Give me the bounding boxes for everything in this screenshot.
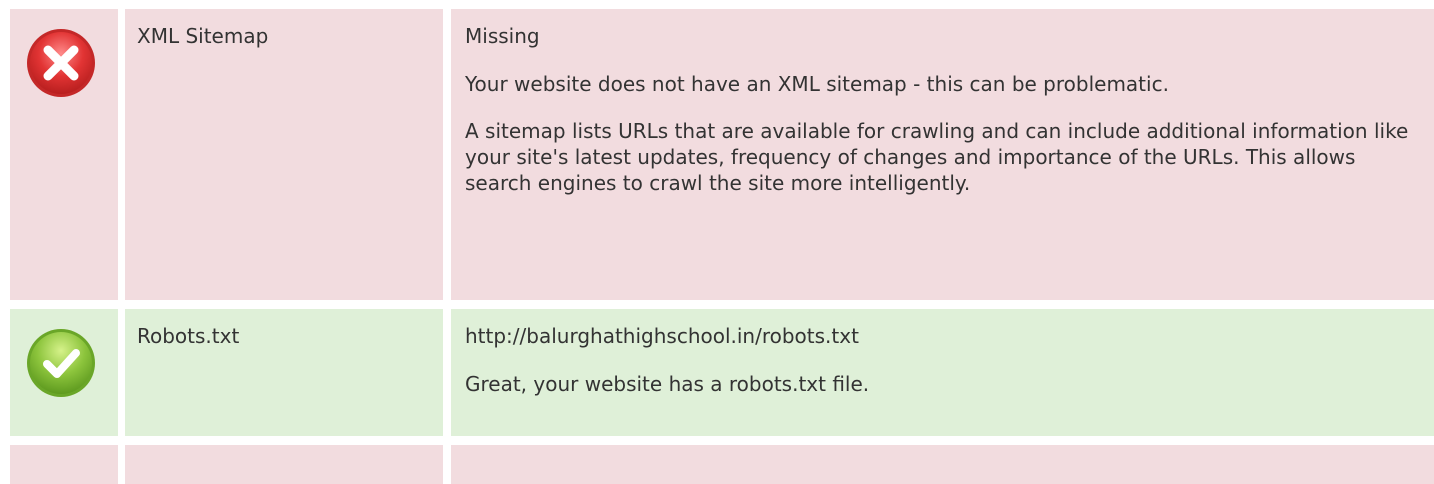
check-name: Robots.txt [137, 324, 240, 348]
result-row-next [0, 445, 1434, 484]
check-description: Great, your website has a robots.txt fil… [465, 372, 870, 396]
status-cell [10, 9, 118, 300]
result-row-robots-txt: Robots.txt http://balurghathighschool.in… [0, 309, 1434, 436]
error-x-icon [27, 29, 95, 97]
check-description: Your website does not have an XML sitema… [465, 72, 1169, 96]
check-name: XML Sitemap [137, 24, 269, 48]
status-cell [10, 309, 118, 436]
check-value-cell: http://balurghathighschool.in/robots.txt… [451, 309, 1434, 436]
robots-url: http://balurghathighschool.in/robots.txt [465, 324, 859, 348]
result-row-xml-sitemap: XML Sitemap Missing Your website does no… [0, 9, 1434, 300]
check-value-cell: Missing Your website does not have an XM… [451, 9, 1434, 300]
check-name-cell [125, 445, 443, 484]
check-status-text: Missing [465, 24, 540, 48]
status-cell [10, 445, 118, 484]
check-name-cell: Robots.txt [125, 309, 443, 436]
check-value-cell [451, 445, 1434, 484]
check-name-cell: XML Sitemap [125, 9, 443, 300]
success-check-icon [27, 329, 95, 397]
check-explanation: A sitemap lists URLs that are available … [465, 119, 1409, 195]
